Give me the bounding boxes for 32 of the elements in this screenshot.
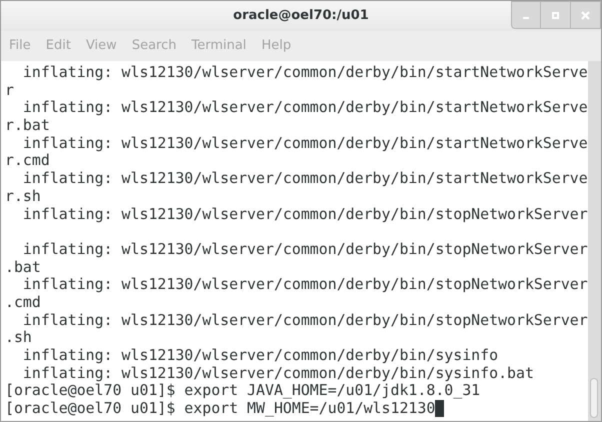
terminal-line: inflating: wls12130/wlserver/common/derby/bin/startNetworkServe [22, 134, 588, 152]
terminal-line: [oracle@oel70 u01]$ export MW_HOME=/u01/wls12130 [5, 400, 436, 418]
menu-item[interactable]: Terminal [191, 36, 246, 56]
terminal-line: [oracle@oel70 u01]$ export JAVA_HOME=/u01/jdk1.8.0_31 [5, 382, 480, 400]
menu-item[interactable]: Edit [46, 36, 71, 56]
maximize-button[interactable] [541, 1, 571, 29]
terminal-line: inflating: wls12130/wlserver/common/derby/bin/startNetworkServe [22, 64, 588, 82]
close-icon [581, 10, 590, 20]
terminal-line: inflating: wls12130/wlserver/common/derby/bin/startNetworkServe [22, 170, 588, 188]
terminal-line: inflating: wls12130/wlserver/common/derby/bin/stopNetworkServer [22, 276, 588, 294]
menu-item[interactable]: Help [261, 36, 292, 56]
terminal-line: .bat [5, 258, 41, 276]
terminal-line: r.bat [5, 117, 50, 135]
menu-item[interactable]: File [9, 36, 31, 56]
terminal-line: inflating: wls12130/wlserver/common/derby/bin/stopNetworkServer [22, 312, 588, 330]
terminal-line: inflating: wls12130/wlserver/common/derby/bin/startNetworkServe [22, 99, 588, 118]
menu-item[interactable]: View [86, 36, 117, 56]
window-title: oracle@oel70:/u01 [233, 7, 369, 26]
terminal-line: .cmd [5, 294, 41, 312]
terminal-line: inflating: wls12130/wlserver/common/derby/bin/sysinfo.bat [22, 364, 534, 382]
text-cursor [435, 400, 444, 418]
terminal-line: r.cmd [5, 152, 50, 170]
terminal-line: inflating: wls12130/wlserver/common/derby/bin/stopNetworkServer [22, 206, 588, 224]
close-button[interactable] [571, 1, 601, 29]
minimize-button[interactable] [511, 1, 541, 29]
terminal-line: inflating: wls12130/wlserver/common/derby/bin/sysinfo [22, 347, 498, 365]
terminal-line: r [5, 82, 14, 100]
terminal-line: .sh [5, 329, 32, 348]
terminal-line: inflating: wls12130/wlserver/common/derby/bin/stopNetworkServer [22, 240, 588, 259]
terminal-line: r.sh [5, 188, 41, 206]
scrollbar-thumb[interactable] [590, 378, 598, 418]
menu-item[interactable]: Search [132, 36, 176, 56]
